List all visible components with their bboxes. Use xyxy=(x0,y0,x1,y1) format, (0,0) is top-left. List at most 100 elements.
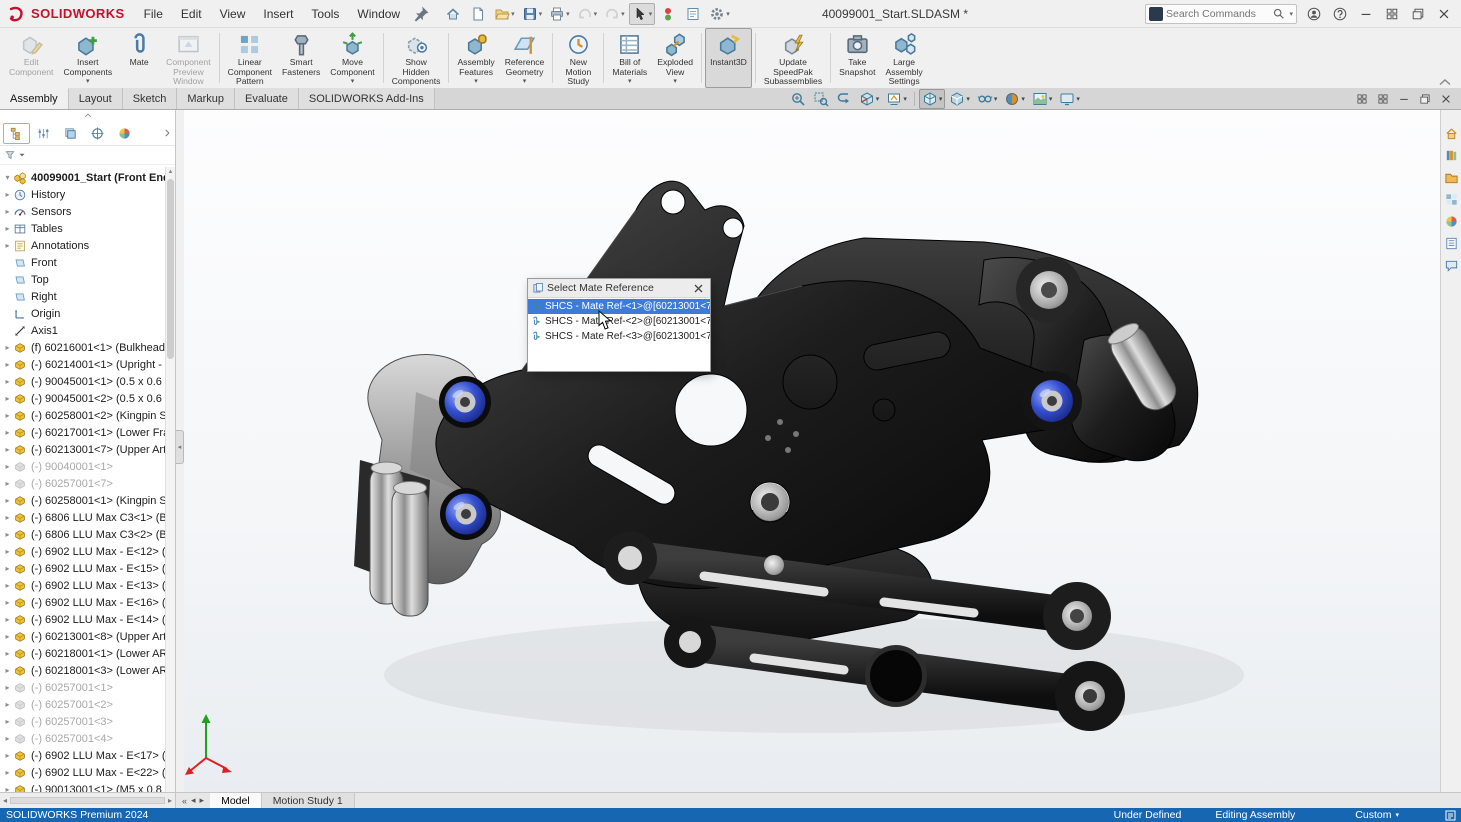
doc-close-button[interactable] xyxy=(1435,89,1456,109)
ribbon-take-snapshot-button[interactable]: Take Snapshot xyxy=(834,28,880,88)
tree-expand-icon[interactable]: ▸ xyxy=(2,207,13,216)
mate-reference-item[interactable]: SHCS - Mate Ref-<1>@[60213001<7>] xyxy=(528,299,710,314)
scroll-up-icon[interactable]: ▲ xyxy=(166,167,175,177)
tree-expand-icon[interactable]: ▸ xyxy=(2,564,13,573)
tree-expand-icon[interactable]: ▸ xyxy=(2,785,13,792)
scrollbar-thumb[interactable] xyxy=(167,179,174,359)
ribbon-instant3d-button[interactable]: Instant3D xyxy=(705,28,752,88)
zoom-to-fit-button[interactable] xyxy=(787,89,809,109)
dialog-titlebar[interactable]: Select Mate Reference xyxy=(528,279,710,298)
tree-item[interactable]: ▸ (-) 90045001<2> (0.5 x 0.6 x 1 B xyxy=(0,390,165,407)
tree-expand-icon[interactable]: ▸ xyxy=(2,377,13,386)
ribbon-assembly-features-button[interactable]: Assembly Features ▾ xyxy=(452,28,499,88)
undo-button[interactable]: ▾ xyxy=(574,3,601,25)
status-corner-icon[interactable] xyxy=(1445,810,1461,821)
zoom-to-area-button[interactable] xyxy=(810,89,832,109)
ribbon-new-motion-study-button[interactable]: New Motion Study xyxy=(556,28,600,88)
tree-expand-icon[interactable]: ▸ xyxy=(2,598,13,607)
tree-expand-icon[interactable]: ▸ xyxy=(2,411,13,420)
options-button[interactable]: ▾ xyxy=(706,3,733,25)
tree-expand-icon[interactable]: ▾ xyxy=(2,173,13,182)
tree-item[interactable]: ▸ (-) 60218001<3> (Lower AR Ar xyxy=(0,662,165,679)
view-settings-button[interactable]: ▾ xyxy=(1056,89,1083,109)
tree-item[interactable]: ▸ (-) 6902 LLU Max - E<14> (Ø 1 xyxy=(0,611,165,628)
filter-caret-icon[interactable] xyxy=(17,150,27,160)
solidworks-forum-button[interactable] xyxy=(1442,256,1460,274)
ribbon-update-speedpak-subassemblies-button[interactable]: Update SpeedPak Subassemblies xyxy=(759,28,827,88)
ribbon-exploded-view-button[interactable]: Exploded View ▾ xyxy=(652,28,698,88)
tab-layout[interactable]: Layout xyxy=(68,88,123,109)
tree-item[interactable]: ▸ Annotations xyxy=(0,237,165,254)
search-icon[interactable] xyxy=(1272,7,1285,20)
tab-solidworks-add-ins[interactable]: SOLIDWORKS Add-Ins xyxy=(298,88,435,109)
panel-horizontal-scrollbar[interactable]: ◂ ▸ xyxy=(0,793,176,808)
tree-expand-icon[interactable]: ▸ xyxy=(2,190,13,199)
tree-item[interactable]: ▸ (-) 60258001<2> (Kingpin Spac xyxy=(0,407,165,424)
view-palette-button[interactable] xyxy=(1442,190,1460,208)
design-library-button[interactable] xyxy=(1442,146,1460,164)
section-view-button[interactable]: ▾ xyxy=(856,89,883,109)
tree-item[interactable]: ▸ (-) 6902 LLU Max - E<16> (Ø 1 xyxy=(0,594,165,611)
tree-item[interactable]: ▸ (-) 60257001<3> xyxy=(0,713,165,730)
tab-scroll-prev-icon[interactable]: ◂ xyxy=(191,795,196,806)
tree-expand-icon[interactable]: ▸ xyxy=(2,751,13,760)
new-document-button[interactable] xyxy=(466,3,490,25)
search-scope-icon[interactable] xyxy=(1149,6,1163,21)
tree-expand-icon[interactable]: ▸ xyxy=(2,734,13,743)
tree-item[interactable]: ▸ Tables xyxy=(0,220,165,237)
view-orientation-button[interactable]: ▾ xyxy=(918,88,946,109)
tree-item[interactable]: ▸ (-) 6806 LLU Max C3<2> (Beari xyxy=(0,526,165,543)
file-properties-button[interactable] xyxy=(681,3,705,25)
titlebar-user-account-button[interactable] xyxy=(1301,2,1327,26)
tree-expand-icon[interactable]: ▸ xyxy=(2,360,13,369)
ribbon-insert-components-button[interactable]: Insert Components ▾ xyxy=(58,28,117,88)
pin-icon[interactable] xyxy=(411,4,431,24)
ribbon-mate-button[interactable]: Mate xyxy=(117,28,161,88)
tree-item[interactable]: ▸ (-) 6902 LLU Max - E<22> (Ø 1 xyxy=(0,764,165,781)
tree-item[interactable]: ▸ (-) 6902 LLU Max - E<15> (Ø 1 xyxy=(0,560,165,577)
scroll-left-icon[interactable]: ◂ xyxy=(3,796,7,805)
tab-assembly[interactable]: Assembly xyxy=(0,88,69,109)
tree-expand-icon[interactable]: ▸ xyxy=(2,343,13,352)
tree-item[interactable]: ▸ (-) 60257001<2> xyxy=(0,696,165,713)
redo-button[interactable]: ▾ xyxy=(601,3,628,25)
tree-item[interactable]: ▸ (-) 60213001<7> (Upper Articu xyxy=(0,441,165,458)
tree-item[interactable]: ▸ Sensors xyxy=(0,203,165,220)
file-explorer-button[interactable] xyxy=(1442,168,1460,186)
titlebar-close-button[interactable] xyxy=(1431,2,1457,26)
tree-item[interactable]: ▸ (-) 60257001<1> xyxy=(0,679,165,696)
collapse-ribbon-button[interactable] xyxy=(1437,77,1453,87)
titlebar-restore-button[interactable] xyxy=(1405,2,1431,26)
ribbon-move-component-button[interactable]: Move Component ▾ xyxy=(325,28,379,88)
ribbon-linear-component-pattern-button[interactable]: Linear Component Pattern▾ xyxy=(223,28,277,95)
dialog-close-icon[interactable] xyxy=(691,281,706,296)
tree-expand-icon[interactable]: ▸ xyxy=(2,717,13,726)
menu-window[interactable]: Window xyxy=(348,0,409,28)
tree-item[interactable]: Right xyxy=(0,288,165,305)
hide-show-items-button[interactable]: ▾ xyxy=(974,89,1001,109)
tree-item[interactable]: ▸ (-) 6902 LLU Max - E<12> (Ø 1 xyxy=(0,543,165,560)
tab-markup[interactable]: Markup xyxy=(177,88,236,109)
tree-item[interactable]: ▸ (-) 60257001<7> xyxy=(0,475,165,492)
featuremanager-tab[interactable] xyxy=(3,122,30,144)
open-document-button[interactable]: ▾ xyxy=(491,3,518,25)
scrollbar-track[interactable] xyxy=(10,797,165,804)
doc-minimize-button[interactable] xyxy=(1393,89,1414,109)
print-button[interactable]: ▾ xyxy=(546,3,573,25)
dynamic-annotation-views-button[interactable]: ▾ xyxy=(883,89,910,109)
tree-item[interactable]: ▸ (-) 6902 LLU Max - E<17> (Ø 1 xyxy=(0,747,165,764)
tree-expand-icon[interactable]: ▸ xyxy=(2,496,13,505)
titlebar-window-layout-button[interactable] xyxy=(1379,2,1405,26)
tree-item[interactable]: Top xyxy=(0,271,165,288)
save-button[interactable]: ▾ xyxy=(519,3,546,25)
search-caret-icon[interactable]: ▾ xyxy=(1289,10,1293,18)
panel-collapse-chevron-icon[interactable] xyxy=(0,110,175,121)
titlebar-minimize-button[interactable] xyxy=(1353,2,1379,26)
dimxpertmanager-tab[interactable] xyxy=(84,123,111,144)
solidworks-resources-button[interactable] xyxy=(1442,124,1460,142)
menu-file[interactable]: File xyxy=(135,0,172,28)
tree-root-item[interactable]: ▾ 40099001_Start (Front End Sub Asse xyxy=(0,169,165,186)
tree-expand-icon[interactable]: ▸ xyxy=(2,666,13,675)
panel-tabs-more-icon[interactable] xyxy=(162,128,175,138)
status-custom-dropdown[interactable]: Custom ▾ xyxy=(1355,809,1399,821)
